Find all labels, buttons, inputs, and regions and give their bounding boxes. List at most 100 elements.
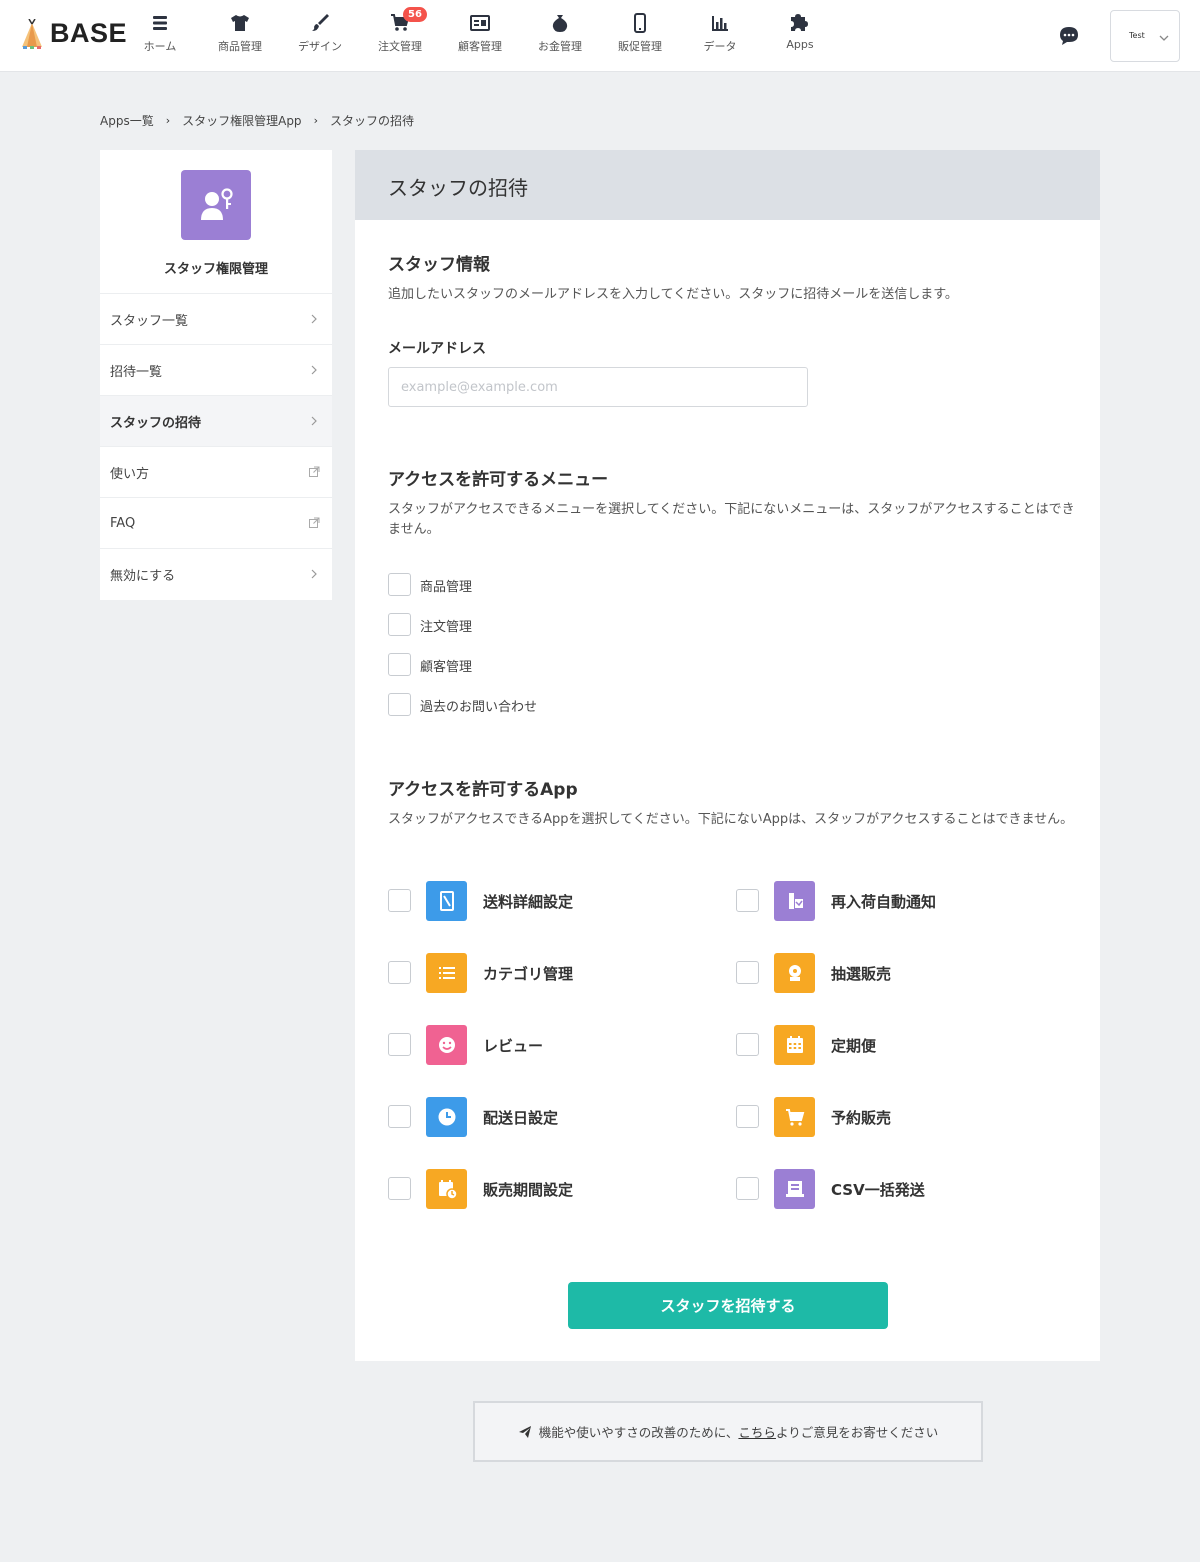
email-label: メールアドレス (388, 341, 486, 357)
restock-icon (774, 881, 815, 921)
sidebar-header: スタッフ権限管理 (100, 150, 332, 294)
customer-card-icon (470, 15, 490, 31)
sidebar-item-staff-list[interactable]: スタッフ一覧 (100, 294, 332, 345)
breadcrumb-current: スタッフの招待 (329, 114, 414, 128)
app-checkbox-restock-notify[interactable] (736, 889, 759, 912)
nav-label: お金管理 (538, 40, 582, 53)
app-option-label: カテゴリ管理 (483, 965, 574, 983)
sidebar-item-label: スタッフの招待 (110, 415, 202, 431)
app-checkbox-sales-period[interactable] (388, 1177, 411, 1200)
sidebar-item-disable[interactable]: 無効にする (100, 549, 332, 600)
nav-home[interactable]: ホーム (120, 0, 200, 72)
page-title: スタッフの招待 (388, 176, 528, 200)
chevron-right-icon: › (313, 114, 318, 127)
nav-label: ホーム (143, 40, 177, 53)
menu-option-label: 過去のお問い合わせ (420, 700, 538, 715)
nav-products[interactable]: 商品管理 (200, 0, 280, 72)
menu-checkbox-orders[interactable] (388, 613, 411, 636)
app-checkbox-subscription[interactable] (736, 1033, 759, 1056)
truck-icon (774, 1169, 815, 1209)
app-option: 予約販売 (736, 1097, 1056, 1137)
staff-permission-app-icon (181, 170, 251, 240)
breadcrumb-staff-app[interactable]: スタッフ権限管理App (182, 112, 301, 129)
chat-bubble-icon[interactable] (1058, 25, 1080, 47)
app-option-label: 送料詳細設定 (483, 893, 574, 911)
sidebar-item-invite-list[interactable]: 招待一覧 (100, 345, 332, 396)
app-checkbox-shipping-detail[interactable] (388, 889, 411, 912)
sidebar-title: スタッフ権限管理 (163, 262, 268, 277)
menu-checkbox-customers[interactable] (388, 653, 411, 676)
sidebar-item-label: 使い方 (110, 466, 150, 482)
app-checkbox-review[interactable] (388, 1033, 411, 1056)
external-link-icon (309, 466, 320, 477)
feedback-link[interactable]: こちら (738, 1422, 776, 1441)
nav-label: Apps (786, 38, 814, 51)
smile-icon (426, 1025, 467, 1065)
nav-design[interactable]: デザイン (280, 0, 360, 72)
nav-orders[interactable]: 56 注文管理 (360, 0, 440, 72)
app-option-label: 再入荷自動通知 (831, 893, 937, 911)
app-option-label: 配送日設定 (483, 1109, 559, 1127)
app-option-label: 定期便 (831, 1037, 877, 1055)
app-option: 販売期間設定 (388, 1169, 708, 1209)
tent-logo-icon (22, 18, 42, 49)
email-field[interactable] (388, 367, 808, 407)
sidebar-item-faq[interactable]: FAQ (100, 498, 332, 549)
app-option: 再入荷自動通知 (736, 881, 1056, 921)
feedback-banner: 機能や使いやすさの改善のために、 こちら よりご意見をお寄せください (473, 1401, 983, 1462)
external-link-icon (309, 517, 320, 528)
app-option: 配送日設定 (388, 1097, 708, 1137)
feedback-text-after: よりご意見をお寄せください (775, 1425, 939, 1440)
app-option: レビュー (388, 1025, 708, 1065)
app-checkbox-category[interactable] (388, 961, 411, 984)
nav-label: 注文管理 (378, 40, 422, 53)
chevron-right-icon (311, 314, 317, 324)
period-calendar-icon (426, 1169, 467, 1209)
sidebar-item-invite-staff[interactable]: スタッフの招待 (100, 396, 332, 447)
app-checkbox-preorder[interactable] (736, 1105, 759, 1128)
app-access-description: スタッフがアクセスできるAppを選択してください。下記にないAppは、スタッフが… (388, 812, 1074, 827)
menu-checkbox-past-inquiries[interactable] (388, 693, 411, 716)
app-option: 定期便 (736, 1025, 1056, 1065)
brand-name: BASE (50, 18, 128, 48)
app-option-label: 販売期間設定 (483, 1181, 574, 1199)
invite-staff-button[interactable]: スタッフを招待する (568, 1282, 888, 1329)
sidebar-item-label: FAQ (110, 515, 136, 531)
shipping-icon (426, 881, 467, 921)
nav-label: デザイン (298, 40, 342, 53)
paper-plane-icon (518, 1425, 531, 1438)
sidebar-item-how-to-use[interactable]: 使い方 (100, 447, 332, 498)
app-checkbox-lottery[interactable] (736, 961, 759, 984)
nav-label: 顧客管理 (458, 40, 502, 53)
menu-access-description: スタッフがアクセスできるメニューを選択してください。下記にないメニューは、スタッ… (388, 502, 1075, 537)
bar-chart-icon (712, 16, 728, 31)
breadcrumb-apps[interactable]: Apps一覧 (100, 112, 154, 129)
user-key-icon (201, 188, 233, 220)
sidebar-item-label: スタッフ一覧 (110, 313, 189, 329)
app-access-title: アクセスを許可するApp (388, 780, 578, 800)
nav-data[interactable]: データ (680, 0, 760, 72)
app-sidebar: スタッフ権限管理 スタッフ一覧 招待一覧 スタッフの招待 使い方 FAQ 無効に… (100, 150, 332, 600)
smartphone-icon (634, 13, 646, 33)
app-checkbox-delivery-date[interactable] (388, 1105, 411, 1128)
base-logo[interactable]: BASE (20, 18, 127, 49)
nav-label: 商品管理 (218, 40, 262, 53)
panel-header: スタッフの招待 (355, 150, 1100, 220)
sidebar-item-label: 無効にする (110, 569, 176, 584)
menu-option-label: 注文管理 (420, 620, 473, 635)
account-menu[interactable]: Test (1110, 10, 1180, 62)
staff-info-title: スタッフ情報 (388, 255, 490, 275)
nav-customers[interactable]: 顧客管理 (440, 0, 520, 72)
app-option-label: CSV一括発送 (831, 1181, 925, 1199)
calendar-icon (774, 1025, 815, 1065)
nav-promotion[interactable]: 販促管理 (600, 0, 680, 72)
nav-apps[interactable]: Apps (760, 0, 840, 72)
home-list-icon (153, 16, 167, 30)
reserve-cart-icon (774, 1097, 815, 1137)
tshirt-icon (231, 15, 249, 31)
app-checkbox-csv-shipping[interactable] (736, 1177, 759, 1200)
app-option: カテゴリ管理 (388, 953, 708, 993)
nav-money[interactable]: お金管理 (520, 0, 600, 72)
menu-checkbox-products[interactable] (388, 573, 411, 596)
chevron-right-icon (311, 365, 317, 375)
